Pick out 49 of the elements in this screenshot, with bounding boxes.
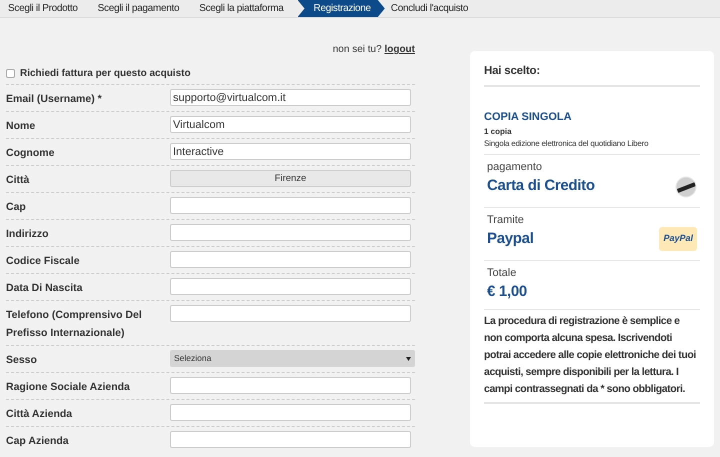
- step-tab[interactable]: Registrazione: [298, 0, 385, 17]
- field-label: Sesso: [6, 353, 38, 368]
- step-tab[interactable]: Scegli il Prodotto: [2, 0, 92, 17]
- input-field[interactable]: [170, 224, 411, 241]
- select-field[interactable]: Seleziona: [170, 350, 415, 367]
- city-field[interactable]: Firenze: [170, 170, 411, 187]
- product-name: COPIA SINGOLA: [484, 110, 573, 126]
- paypal-logo: PayPal: [659, 227, 697, 251]
- field-label: Telefono (Comprensivo Del Prefisso Internazionale): [6, 308, 143, 341]
- input-field[interactable]: [170, 431, 411, 448]
- field-label: Cognome: [6, 146, 56, 161]
- field-label: Città: [6, 173, 30, 188]
- input-field[interactable]: Virtualcom: [170, 116, 411, 133]
- section-caption: Tramite: [487, 212, 525, 228]
- input-field[interactable]: supporto@virtualcom.it: [170, 89, 411, 106]
- field-label: Ragione Sociale Azienda: [6, 380, 131, 395]
- step-tab[interactable]: Scegli la piattaforma: [193, 0, 298, 17]
- section-caption: Totale: [487, 266, 518, 281]
- field-label: Cap: [6, 200, 27, 215]
- field-label: Nome: [6, 119, 36, 134]
- credit-card-icon: [675, 176, 697, 198]
- input-field[interactable]: Interactive: [170, 143, 411, 160]
- info-note: La procedura di registrazione è semplice e non comporta alcuna spesa. Iscrivendoti potrai accedere alle copie elettroniche dei tuoi acquisti, sempre disponibili per la lettura. I campi contrassegnati da * sono obbligatori.: [484, 308, 700, 404]
- field-label: Cap Azienda: [6, 434, 70, 449]
- step-tab[interactable]: Scegli il pagamento: [92, 0, 194, 17]
- field-label: Indirizzo: [6, 227, 50, 242]
- field-label: Codice Fiscale: [6, 254, 81, 269]
- invoice-label: Richiedi fattura per questo acquisto: [20, 66, 191, 80]
- section-value: Paypal: [487, 229, 534, 250]
- field-label: Data Di Nascita: [6, 281, 84, 296]
- user-prompt: non sei tu?: [332, 44, 383, 55]
- input-field[interactable]: [170, 278, 411, 295]
- section-value: Carta di Credito: [487, 176, 595, 196]
- input-field[interactable]: [170, 305, 411, 322]
- step-tab[interactable]: Concludi l'acquisto: [384, 0, 482, 17]
- product-quantity: 1 copia: [484, 126, 513, 138]
- field-label: Città Azienda: [6, 407, 74, 422]
- input-field[interactable]: [170, 404, 411, 421]
- input-field[interactable]: [170, 251, 411, 268]
- product-description: Singola edizione elettronica del quotidiano Libero: [484, 138, 650, 150]
- input-field[interactable]: [170, 377, 411, 394]
- field-label: Email (Username) *: [6, 92, 103, 107]
- invoice-checkbox[interactable]: [6, 68, 15, 78]
- section-caption: pagamento: [487, 160, 544, 175]
- section-value: € 1,00: [487, 282, 527, 302]
- input-field[interactable]: [170, 197, 411, 214]
- caret-icon: [406, 357, 411, 361]
- logout-link[interactable]: logout: [384, 44, 415, 55]
- panel-title: Hai scelto:: [484, 63, 700, 88]
